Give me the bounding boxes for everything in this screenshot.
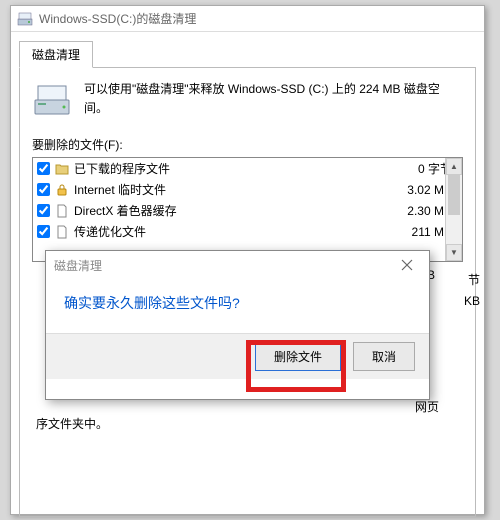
dialog-title: 磁盘清理 <box>54 257 102 274</box>
dialog-titlebar[interactable]: 磁盘清理 <box>46 251 429 279</box>
file-checkbox[interactable] <box>37 183 50 196</box>
file-name: 已下载的程序文件 <box>74 160 388 177</box>
list-scrollbar[interactable]: ▲ ▼ <box>445 158 462 261</box>
delete-files-button[interactable]: 删除文件 <box>255 342 341 371</box>
file-name: DirectX 着色器缓存 <box>74 202 388 219</box>
files-label: 要删除的文件(F): <box>32 136 463 153</box>
window-title: Windows-SSD(C:)的磁盘清理 <box>39 10 196 27</box>
file-checkbox[interactable] <box>37 204 50 217</box>
tab-row: 磁盘清理 <box>11 32 484 67</box>
disk-cleanup-icon <box>17 11 33 27</box>
file-name: 传递优化文件 <box>74 223 388 240</box>
file-row[interactable]: 传递优化文件 211 MB <box>33 221 462 242</box>
scroll-up-icon[interactable]: ▲ <box>446 158 462 175</box>
file-icon <box>54 224 70 240</box>
file-list: 已下载的程序文件 0 字节 Internet 临时文件 3.02 MB Dire… <box>32 157 463 262</box>
lock-icon <box>54 182 70 198</box>
overflow-size-fragment: 节 KB <box>454 270 480 312</box>
file-row[interactable]: 已下载的程序文件 0 字节 <box>33 158 462 179</box>
disk-drive-icon <box>32 80 72 120</box>
dialog-question: 确实要永久删除这些文件吗? <box>46 279 429 333</box>
file-name: Internet 临时文件 <box>74 181 388 198</box>
file-row[interactable]: Internet 临时文件 3.02 MB <box>33 179 462 200</box>
scroll-down-icon[interactable]: ▼ <box>446 244 462 261</box>
description-fragment: 网页 序文件夹中。 <box>32 398 463 432</box>
file-row[interactable]: DirectX 着色器缓存 2.30 MB <box>33 200 462 221</box>
file-checkbox[interactable] <box>37 225 50 238</box>
close-icon[interactable] <box>393 255 421 275</box>
folder-icon <box>54 161 70 177</box>
intro-text: 可以使用"磁盘清理"来释放 Windows-SSD (C:) 上的 224 MB… <box>84 80 463 118</box>
titlebar[interactable]: Windows-SSD(C:)的磁盘清理 <box>11 6 484 32</box>
cancel-button[interactable]: 取消 <box>353 342 415 371</box>
dialog-footer: 删除文件 取消 <box>46 333 429 379</box>
confirm-dialog: 磁盘清理 确实要永久删除这些文件吗? 删除文件 取消 <box>45 250 430 400</box>
file-icon <box>54 203 70 219</box>
intro-section: 可以使用"磁盘清理"来释放 Windows-SSD (C:) 上的 224 MB… <box>32 80 463 120</box>
tab-disk-cleanup[interactable]: 磁盘清理 <box>19 41 93 68</box>
scroll-thumb[interactable] <box>448 175 460 215</box>
file-checkbox[interactable] <box>37 162 50 175</box>
